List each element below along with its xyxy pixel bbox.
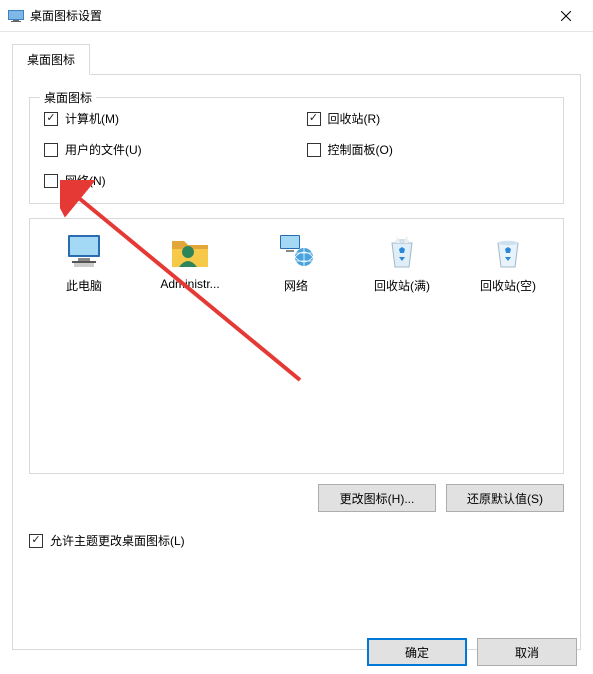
tab-desktop-icons[interactable]: 桌面图标 (12, 44, 90, 75)
cancel-button[interactable]: 取消 (477, 638, 577, 666)
checkbox-grid: 计算机(M) 回收站(R) 用户的文件(U) 控制面板(O) 网络(N) (44, 110, 549, 189)
icon-network[interactable]: 网络 (252, 231, 340, 294)
user-folder-icon (170, 231, 210, 271)
change-icon-button[interactable]: 更改图标(H)... (318, 484, 436, 512)
checkbox-label: 网络(N) (65, 172, 106, 189)
titlebar: 桌面图标设置 (0, 0, 593, 32)
desktop-icons-groupbox: 桌面图标 计算机(M) 回收站(R) 用户的文件(U) 控制面板(O) 网络(N… (29, 97, 564, 204)
dialog-buttons: 确定 取消 (367, 638, 577, 666)
checkbox-icon[interactable] (307, 112, 321, 126)
icon-label: 回收站(空) (480, 277, 536, 294)
checkbox-icon[interactable] (44, 174, 58, 188)
window-title: 桌面图标设置 (30, 7, 543, 24)
network-icon (276, 231, 316, 271)
tab-strip: 桌面图标 (12, 44, 593, 75)
recycle-bin-full-icon (382, 231, 422, 271)
icon-admin-user[interactable]: Administr... (146, 231, 234, 291)
icon-row: 此电脑 Administr... (40, 231, 553, 294)
checkbox-icon[interactable] (29, 534, 43, 548)
checkbox-label: 允许主题更改桌面图标(L) (50, 532, 185, 549)
icon-this-pc[interactable]: 此电脑 (40, 231, 128, 294)
checkbox-icon[interactable] (44, 143, 58, 157)
icon-recycle-empty[interactable]: 回收站(空) (464, 231, 552, 294)
icon-buttons-row: 更改图标(H)... 还原默认值(S) (29, 484, 564, 512)
app-icon (8, 8, 24, 24)
checkbox-control-panel[interactable]: 控制面板(O) (307, 141, 550, 158)
icon-label: 此电脑 (66, 277, 102, 294)
close-button[interactable] (543, 0, 589, 32)
checkbox-label: 控制面板(O) (328, 141, 393, 158)
icon-recycle-full[interactable]: 回收站(满) (358, 231, 446, 294)
icon-label: Administr... (160, 277, 219, 291)
ok-button[interactable]: 确定 (367, 638, 467, 666)
groupbox-label: 桌面图标 (40, 89, 96, 106)
icon-label: 回收站(满) (374, 277, 430, 294)
checkbox-recycle-bin[interactable]: 回收站(R) (307, 110, 550, 127)
checkbox-label: 回收站(R) (328, 110, 381, 127)
checkbox-label: 用户的文件(U) (65, 141, 142, 158)
checkbox-icon[interactable] (44, 112, 58, 126)
tab-panel: 桌面图标 计算机(M) 回收站(R) 用户的文件(U) 控制面板(O) 网络(N… (12, 74, 581, 650)
computer-icon (64, 231, 104, 271)
checkbox-label: 计算机(M) (65, 110, 119, 127)
recycle-bin-empty-icon (488, 231, 528, 271)
checkbox-icon[interactable] (307, 143, 321, 157)
checkbox-user-files[interactable]: 用户的文件(U) (44, 141, 287, 158)
icon-label: 网络 (284, 277, 308, 294)
icon-preview-box: 此电脑 Administr... (29, 218, 564, 474)
checkbox-computer[interactable]: 计算机(M) (44, 110, 287, 127)
restore-default-button[interactable]: 还原默认值(S) (446, 484, 564, 512)
checkbox-allow-themes[interactable]: 允许主题更改桌面图标(L) (29, 532, 564, 549)
checkbox-network[interactable]: 网络(N) (44, 172, 287, 189)
